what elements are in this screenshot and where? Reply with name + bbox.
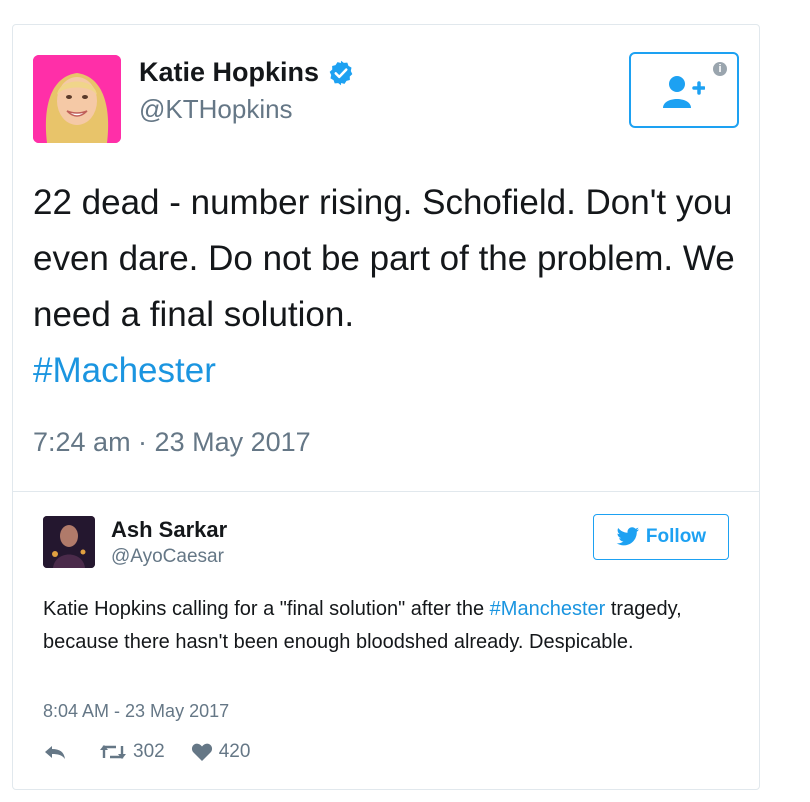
follow-icon-button[interactable]: i [629,52,739,128]
quoted-hashtag-link[interactable]: #Manchester [490,598,606,620]
like-action[interactable]: 420 [191,741,251,763]
tweet-timestamp[interactable]: 7:24 am · 23 May 2017 [33,427,311,458]
quoted-text-before: Katie Hopkins calling for a "final solut… [43,598,490,620]
tweet-text-body: 22 dead - number rising. Schofield. Don'… [33,183,735,334]
quoted-author-handle[interactable]: @AyoCaesar [111,546,224,568]
verified-badge-icon [327,59,355,87]
retweet-icon [100,745,126,759]
quoted-timestamp[interactable]: 8:04 AM - 23 May 2017 [43,701,229,722]
reply-action[interactable] [43,742,73,762]
tweet-card: Katie Hopkins @KTHopkins i 22 dead - num… [12,24,760,790]
retweet-action[interactable]: 302 [99,741,165,763]
heart-icon [191,743,212,761]
tweet-hashtag-link[interactable]: #Machester [33,351,216,390]
reply-icon [45,746,65,759]
divider [13,491,759,492]
quoted-author-name[interactable]: Ash Sarkar [111,517,227,543]
retweet-count: 302 [133,741,165,762]
author-name[interactable]: Katie Hopkins [139,57,355,88]
author-name-text[interactable]: Katie Hopkins [139,57,319,88]
add-user-icon [663,76,705,108]
twitter-bird-icon [616,527,639,546]
follow-button[interactable]: Follow [593,514,729,560]
author-handle[interactable]: @KTHopkins [139,94,355,125]
info-icon[interactable]: i [713,62,727,76]
quoted-tweet-text: Katie Hopkins calling for a "final solut… [43,593,743,659]
quoted-author-avatar[interactable] [43,516,95,568]
tweet-text: 22 dead - number rising. Schofield. Don'… [33,175,743,399]
follow-button-label: Follow [645,526,707,547]
tweet-actions: 302 420 [43,741,276,763]
like-count: 420 [218,741,251,762]
author-avatar[interactable] [33,55,121,143]
